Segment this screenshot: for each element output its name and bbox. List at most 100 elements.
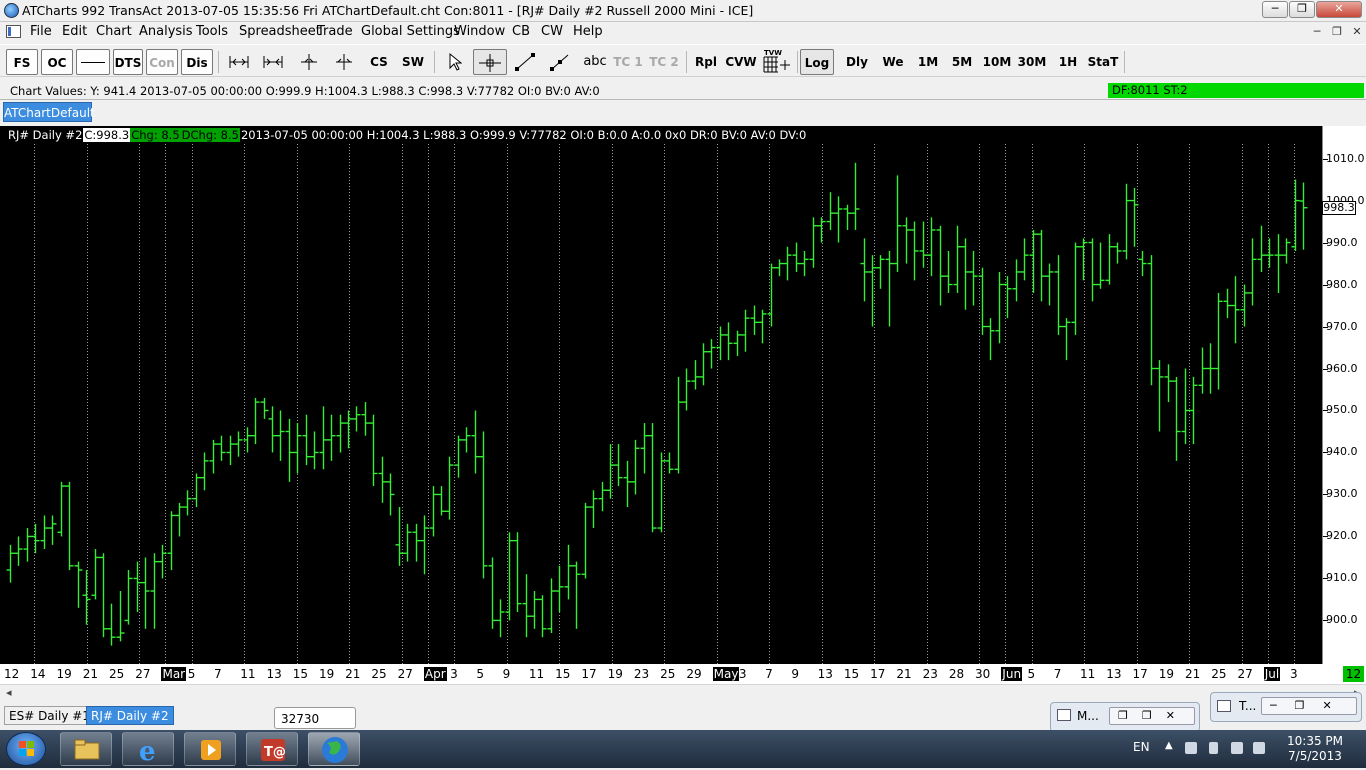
ohlc-bar bbox=[969, 250, 978, 306]
mdi-close-button[interactable]: ✕ bbox=[1348, 25, 1366, 39]
fs-button[interactable]: FS bbox=[6, 49, 38, 75]
ohlc-bar bbox=[1045, 263, 1054, 306]
line-style-button[interactable] bbox=[76, 49, 110, 75]
sw-button[interactable]: SW bbox=[398, 49, 428, 75]
ohlc-bar bbox=[961, 238, 970, 310]
show-hidden-icons-icon[interactable]: ▲ bbox=[1165, 740, 1177, 752]
internet-explorer-icon[interactable]: e bbox=[122, 732, 174, 767]
date-tick-label: Jul bbox=[1263, 667, 1281, 681]
zoom-out-icon[interactable] bbox=[224, 49, 254, 75]
log-scale-toggle[interactable]: Log bbox=[800, 49, 834, 75]
volume-icon[interactable] bbox=[1253, 742, 1265, 754]
document-icon[interactable] bbox=[6, 25, 21, 38]
rpl-button[interactable]: Rpl bbox=[692, 49, 720, 75]
ohlc-bar bbox=[538, 595, 547, 638]
ohlc-bar bbox=[99, 553, 108, 638]
menu-chart[interactable]: Chart bbox=[96, 24, 132, 39]
trendline-icon[interactable] bbox=[510, 49, 540, 75]
ohlc-bar bbox=[893, 175, 902, 272]
date-tick-label: 28 bbox=[948, 667, 965, 681]
date-tick-label: 15 bbox=[292, 667, 308, 681]
mdi-restore-button[interactable]: ❐ bbox=[1328, 25, 1346, 39]
menu-trade[interactable]: Trade bbox=[317, 24, 353, 39]
ohlc-bar bbox=[936, 225, 945, 306]
media-player-icon[interactable] bbox=[184, 732, 236, 766]
1-minute-button[interactable]: 1M bbox=[913, 49, 943, 75]
text-tool-button[interactable]: abc bbox=[580, 49, 610, 75]
ohlc-plot bbox=[6, 144, 1308, 664]
ohlc-bar bbox=[910, 221, 919, 281]
ohlc-bar bbox=[843, 204, 852, 230]
10-minute-button[interactable]: 10M bbox=[981, 49, 1013, 75]
date-axis[interactable]: 12 12 14 19 21 25 27 Mar 5 7 11 13 15 19 21 25 27 Apr 3 5 9… bbox=[0, 664, 1366, 684]
expand-bars-icon[interactable] bbox=[329, 49, 359, 75]
shrink-bars-icon[interactable] bbox=[294, 49, 324, 75]
ohlc-bar bbox=[107, 603, 116, 646]
minimized-window-m[interactable]: M... ❐❐✕ bbox=[1050, 702, 1200, 732]
5-minute-button[interactable]: 5M bbox=[947, 49, 977, 75]
cvw-button[interactable]: CVW bbox=[724, 49, 758, 75]
ohlc-bar bbox=[530, 591, 539, 629]
minimized-window-controls[interactable]: ─❐✕ bbox=[1261, 697, 1357, 715]
battery-icon[interactable] bbox=[1209, 742, 1218, 754]
ohlc-bar bbox=[150, 553, 159, 629]
menu-window[interactable]: Window bbox=[454, 24, 505, 39]
date-tick-label: 9 bbox=[502, 667, 511, 681]
stat-button[interactable]: StaT bbox=[1086, 49, 1120, 75]
minimize-button[interactable]: ─ bbox=[1262, 1, 1288, 18]
price-chart[interactable]: RJ# Daily #2 C:998.3 Chg: 8.5 DChg: 8.5 2013… bbox=[0, 126, 1322, 664]
zoom-in-icon[interactable] bbox=[258, 49, 288, 75]
weekly-button[interactable]: We bbox=[878, 49, 908, 75]
menu-tools[interactable]: Tools bbox=[196, 24, 228, 39]
trading-app-icon[interactable]: T@ bbox=[246, 732, 298, 766]
flag-icon[interactable] bbox=[1185, 742, 1197, 754]
menu-cw[interactable]: CW bbox=[541, 24, 563, 39]
tc2-button[interactable]: TC 2 bbox=[648, 49, 680, 75]
tab-es-daily-1[interactable]: ES# Daily #1 bbox=[4, 706, 95, 725]
dts-button[interactable]: DTS bbox=[113, 49, 143, 75]
tab-atchartdefault[interactable]: ATChartDefault bbox=[3, 102, 95, 122]
mdi-minimize-button[interactable]: ─ bbox=[1308, 25, 1326, 39]
dis-button[interactable]: Dis bbox=[181, 49, 213, 75]
language-indicator[interactable]: EN bbox=[1133, 740, 1150, 754]
menu-global-settings[interactable]: Global Settings bbox=[361, 24, 460, 39]
file-explorer-icon[interactable] bbox=[60, 732, 112, 766]
date-tick-label: 23 bbox=[922, 667, 938, 681]
pointer-icon[interactable] bbox=[440, 49, 470, 75]
date-tick-label: 3 bbox=[738, 667, 747, 681]
tab-rj-daily-2[interactable]: RJ# Daily #2 bbox=[86, 706, 174, 725]
restore-button[interactable]: ❐ bbox=[1289, 1, 1315, 18]
network-icon[interactable] bbox=[1231, 742, 1243, 754]
date-tick-label: 21 bbox=[345, 667, 361, 681]
price-tick-label: 1010.0 bbox=[1326, 151, 1365, 165]
menu-spreadsheet[interactable]: Spreadsheet bbox=[239, 24, 321, 39]
ohlc-bar bbox=[1231, 276, 1240, 344]
menu-cb[interactable]: CB bbox=[512, 24, 530, 39]
daily-button[interactable]: Dly bbox=[842, 49, 872, 75]
con-button[interactable]: Con bbox=[146, 49, 178, 75]
date-tick-label: 3 bbox=[450, 667, 458, 681]
tc1-button[interactable]: TC 1 bbox=[613, 49, 643, 75]
ohlc-bar bbox=[48, 515, 57, 545]
scroll-left-icon[interactable]: ◂ bbox=[6, 686, 12, 699]
date-tick-label: 5 bbox=[187, 667, 196, 681]
30-minute-button[interactable]: 30M bbox=[1016, 49, 1048, 75]
ray-line-icon[interactable] bbox=[545, 49, 575, 75]
atcharts-globe-icon[interactable] bbox=[308, 732, 360, 766]
menu-analysis[interactable]: Analysis bbox=[139, 24, 193, 39]
1-hour-button[interactable]: 1H bbox=[1053, 49, 1083, 75]
tvw-grid-icon[interactable]: TVW bbox=[760, 49, 792, 75]
start-button[interactable] bbox=[6, 732, 46, 766]
menu-help[interactable]: Help bbox=[573, 24, 603, 39]
menu-edit[interactable]: Edit bbox=[62, 24, 87, 39]
minimized-window-t[interactable]: T... ─❐✕ bbox=[1210, 692, 1362, 722]
crosshair-icon[interactable] bbox=[473, 49, 507, 75]
minimized-window-controls[interactable]: ❐❐✕ bbox=[1109, 707, 1195, 725]
clock[interactable]: 10:35 PM 7/5/2013 bbox=[1275, 734, 1355, 764]
horizontal-scrollbar[interactable]: ◂ ▸ bbox=[0, 684, 1366, 700]
date-tick-label: 25 bbox=[660, 667, 676, 681]
oc-button[interactable]: OC bbox=[41, 49, 73, 75]
close-button[interactable]: ✕ bbox=[1316, 1, 1362, 18]
menu-file[interactable]: File bbox=[30, 24, 52, 39]
cs-button[interactable]: CS bbox=[365, 49, 393, 75]
